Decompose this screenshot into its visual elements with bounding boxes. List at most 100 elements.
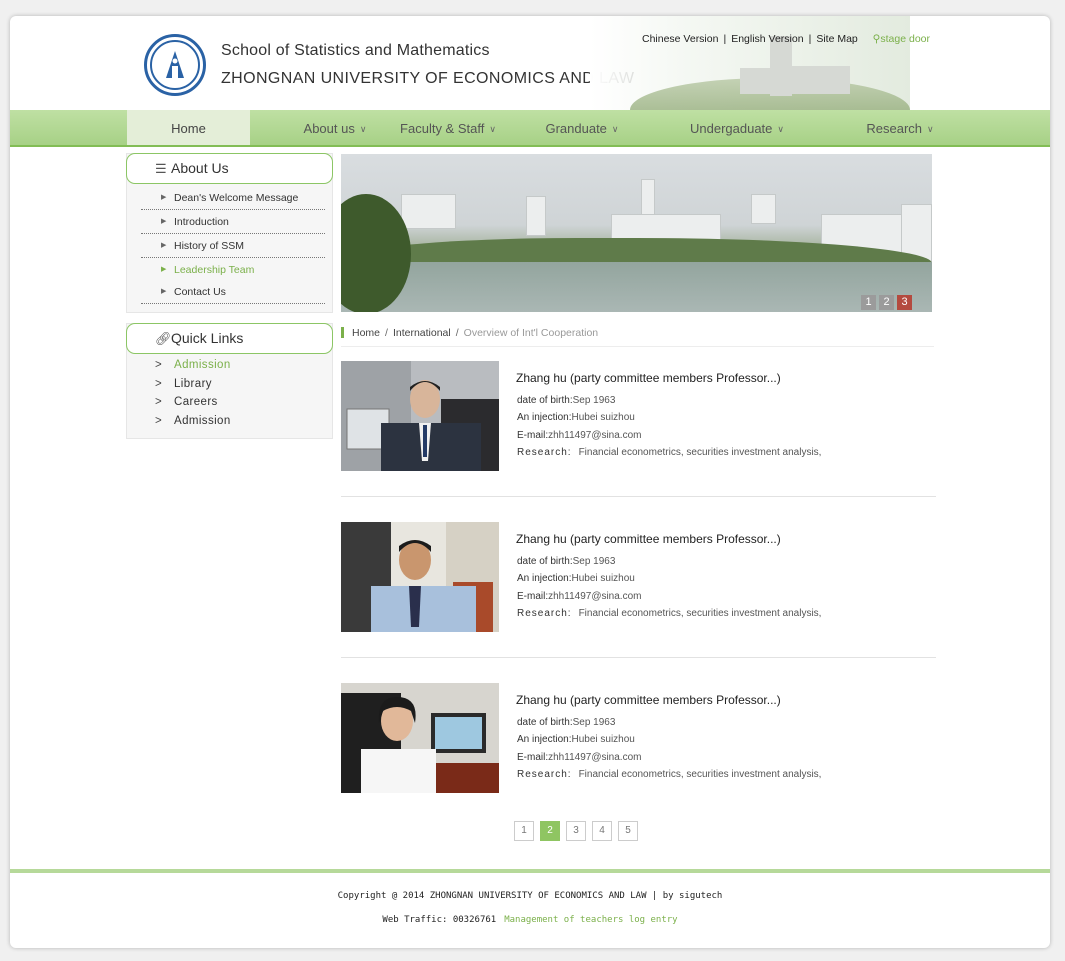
member-photo[interactable] <box>341 361 499 471</box>
member-name[interactable]: Zhang hu (party committee members Profes… <box>516 371 781 385</box>
member-card: Zhang hu (party committee members Profes… <box>341 522 936 683</box>
slide-dot-1[interactable]: 1 <box>861 295 876 310</box>
university-name: ZHONGNAN UNIVERSITY OF ECONOMICS AND LAW <box>221 70 635 87</box>
chevron-right-icon: > <box>155 359 163 371</box>
sidebar-item-history[interactable]: ▶ History of SSM <box>141 235 325 258</box>
breadcrumb-separator: / <box>385 327 388 339</box>
about-us-title: ☰ About Us <box>126 153 333 184</box>
research-value: Financial econometrics, securities inves… <box>578 608 822 619</box>
quick-link-library[interactable]: > Library <box>155 378 212 390</box>
sidebar-item-label: Contact Us <box>174 286 226 298</box>
member-birth: date of birth:Sep 1963 <box>517 556 615 567</box>
member-photo[interactable] <box>341 522 499 632</box>
chinese-version-link[interactable]: Chinese Version <box>642 33 718 45</box>
quick-link-label: Admission <box>174 359 231 371</box>
email-value[interactable]: zhh11497@sina.com <box>548 591 641 602</box>
breadcrumb: Home / International / Overview of Int'l Coo… <box>341 327 934 347</box>
campus-banner[interactable]: 1 2 3 <box>341 154 932 312</box>
stage-door-link[interactable]: ⚲stage door <box>873 33 930 45</box>
nav-home[interactable]: Home <box>127 110 250 145</box>
member-email: E-mail:zhh11497@sina.com <box>517 752 641 763</box>
sidebar-item-label: Leadership Team <box>174 264 255 276</box>
page-5-button[interactable]: 5 <box>618 821 638 841</box>
page-2-button[interactable]: 2 <box>540 821 560 841</box>
page-3-button[interactable]: 3 <box>566 821 586 841</box>
research-label: Research: <box>517 608 572 619</box>
chevron-down-icon: ∨ <box>927 124 934 134</box>
main-nav: Home About us ∨ Faculty & Staff ∨ Granduat… <box>10 110 1050 147</box>
page-frame: School of Statistics and Mathematics ZHO… <box>10 16 1050 948</box>
nav-graduate[interactable]: Granduate ∨ <box>530 110 634 145</box>
birth-label: date of birth: <box>517 717 573 728</box>
triangle-right-icon: ▶ <box>161 288 167 295</box>
birth-value: Sep 1963 <box>572 556 616 567</box>
link-icon: 🔗︎ <box>155 331 172 346</box>
page-4-button[interactable]: 4 <box>592 821 612 841</box>
member-research: Research: Financial econometrics, securit… <box>517 608 821 619</box>
sidebar-item-label: History of SSM <box>174 240 245 252</box>
quick-links-title-label: Quick Links <box>171 330 244 346</box>
quick-link-admission[interactable]: > Admission <box>155 359 231 371</box>
page-1-button[interactable]: 1 <box>514 821 534 841</box>
email-label: E-mail: <box>517 430 549 441</box>
sidebar-item-contact-us[interactable]: ▶ Contact Us <box>141 281 325 304</box>
quick-link-label: Library <box>174 378 212 390</box>
nav-label: Research <box>866 121 923 136</box>
header-campus-image <box>590 16 910 110</box>
sidebar-item-leadership-team[interactable]: ▶ Leadership Team <box>141 259 325 282</box>
nav-research[interactable]: Research ∨ <box>855 110 945 145</box>
member-name[interactable]: Zhang hu (party committee members Profes… <box>516 532 781 546</box>
header-building <box>740 68 775 94</box>
breadcrumb-home[interactable]: Home <box>352 327 380 339</box>
slide-dot-3[interactable]: 3 <box>897 295 912 310</box>
header-building <box>790 66 850 94</box>
quick-link-label: Admission <box>174 415 231 427</box>
traffic-line: Web Traffic: 00326761 Management of teach… <box>10 915 1050 925</box>
injection-label: An injection: <box>517 412 572 423</box>
link-separator: | <box>723 33 727 45</box>
triangle-right-icon: ▶ <box>161 194 167 201</box>
injection-label: An injection: <box>517 734 572 745</box>
chevron-right-icon: > <box>155 378 163 390</box>
quick-links-panel: 🔗︎ Quick Links > Admission > Library > Caree… <box>126 323 333 439</box>
university-logo[interactable] <box>144 34 206 96</box>
email-value[interactable]: zhh11497@sina.com <box>548 430 641 441</box>
banner-building <box>401 194 456 229</box>
member-name[interactable]: Zhang hu (party committee members Profes… <box>516 693 781 707</box>
nav-faculty-staff[interactable]: Faculty & Staff ∨ <box>392 110 504 145</box>
nav-label: Granduate <box>545 121 607 136</box>
sidebar-item-introduction[interactable]: ▶ Introduction <box>141 211 325 234</box>
email-value[interactable]: zhh11497@sina.com <box>548 752 641 763</box>
logo-emblem <box>150 40 200 90</box>
triangle-right-icon: ▶ <box>161 266 167 273</box>
nav-about-us[interactable]: About us ∨ <box>280 110 390 145</box>
birth-label: date of birth: <box>517 395 573 406</box>
site-footer: Copyright @ 2014 ZHONGNAN UNIVERSITY OF … <box>10 869 1050 948</box>
member-injection: An injection:Hubei suizhou <box>517 412 635 423</box>
email-label: E-mail: <box>517 591 549 602</box>
research-value: Financial econometrics, securities inves… <box>578 769 822 780</box>
member-card: Zhang hu (party committee members Profes… <box>341 361 936 522</box>
member-email: E-mail:zhh11497@sina.com <box>517 430 641 441</box>
sidebar-item-dean-welcome[interactable]: ▶ Dean's Welcome Message <box>141 187 325 210</box>
member-photo[interactable] <box>341 683 499 793</box>
banner-slide-dots: 1 2 3 <box>861 295 912 310</box>
chevron-down-icon: ∨ <box>359 124 367 134</box>
quick-links-title: 🔗︎ Quick Links <box>126 323 333 354</box>
web-traffic-counter: Web Traffic: 00326761 <box>382 915 497 925</box>
slide-dot-2[interactable]: 2 <box>879 295 894 310</box>
sidebar-item-label: Dean's Welcome Message <box>174 192 299 204</box>
site-map-link[interactable]: Site Map <box>816 33 857 45</box>
sidebar-item-label: Introduction <box>174 216 229 228</box>
injection-value: Hubei suizhou <box>571 573 635 584</box>
injection-value: Hubei suizhou <box>571 734 635 745</box>
teacher-login-link[interactable]: Management of teachers log entry <box>504 915 677 925</box>
menu-icon: ☰ <box>155 161 167 176</box>
top-links: Chinese Version | English Version | Site Map… <box>642 33 930 45</box>
member-divider <box>341 657 936 658</box>
quick-link-careers[interactable]: > Careers <box>155 396 218 408</box>
breadcrumb-international[interactable]: International <box>393 327 451 339</box>
english-version-link[interactable]: English Version <box>731 33 803 45</box>
quick-link-admission-2[interactable]: > Admission <box>155 415 231 427</box>
nav-undergraduate[interactable]: Undergaduate ∨ <box>676 110 798 145</box>
